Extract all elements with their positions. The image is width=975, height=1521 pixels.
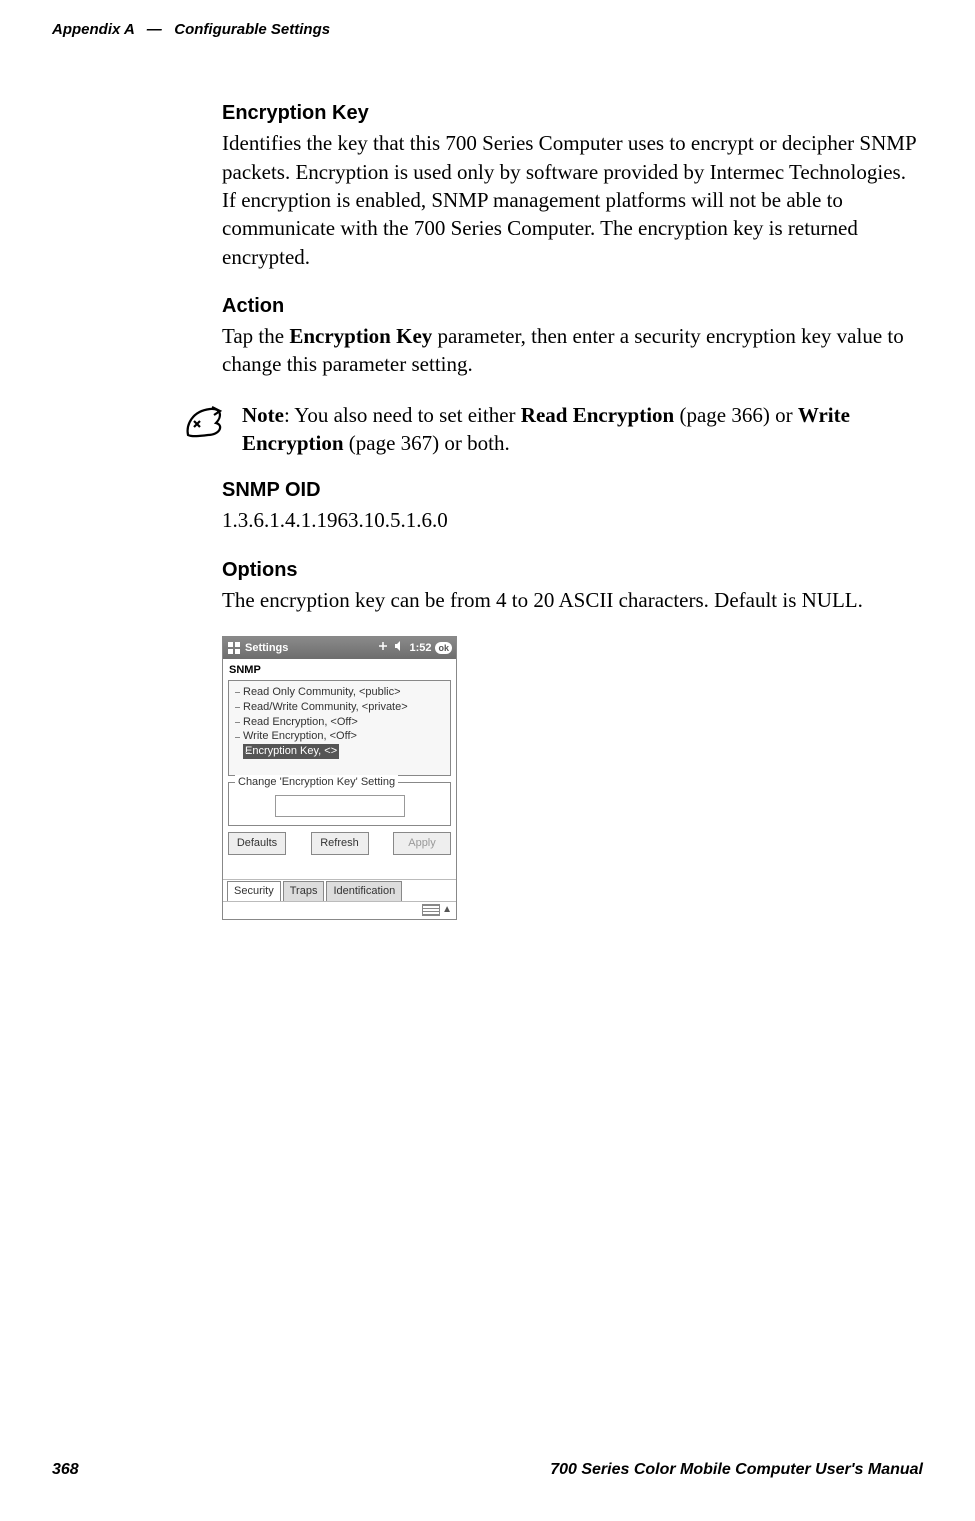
connectivity-icon[interactable]	[377, 640, 389, 657]
change-setting-fieldset: Change 'Encryption Key' Setting	[228, 782, 451, 826]
body-options: The encryption key can be from 4 to 20 A…	[222, 586, 918, 614]
refresh-button[interactable]: Refresh	[311, 832, 369, 855]
heading-encryption-key: Encryption Key	[222, 100, 918, 127]
note-text: Note: You also need to set either Read E…	[242, 401, 918, 458]
start-flag-icon[interactable]	[227, 641, 241, 655]
titlebar: Settings 1:52 ok	[223, 637, 456, 659]
defaults-button[interactable]: Defaults	[228, 832, 286, 855]
titlebar-time: 1:52	[409, 641, 431, 656]
tree-item-read-encryption[interactable]: Read Encryption, <Off>	[233, 715, 446, 730]
page-footer: 368 700 Series Color Mobile Computer Use…	[52, 1459, 923, 1481]
apply-button: Apply	[393, 832, 451, 855]
tree-item-write-encryption[interactable]: Write Encryption, <Off>	[233, 729, 446, 744]
appendix-label: Appendix A	[52, 21, 134, 38]
ok-button[interactable]: ok	[435, 642, 452, 654]
tab-security[interactable]: Security	[227, 881, 281, 901]
header-section: Configurable Settings	[174, 21, 330, 38]
sip-arrow-icon[interactable]: ▲	[442, 903, 452, 917]
body-action: Tap the Encryption Key parameter, then e…	[222, 322, 918, 379]
settings-tree[interactable]: Read Only Community, <public> Read/Write…	[228, 680, 451, 776]
note-block: Note: You also need to set either Read E…	[182, 401, 918, 458]
pocketpc-screenshot: Settings 1:52 ok SNMP Read Only Communit…	[222, 636, 457, 920]
titlebar-label: Settings	[245, 641, 288, 656]
tab-identification[interactable]: Identification	[326, 881, 402, 901]
tree-item-read-only-community[interactable]: Read Only Community, <public>	[233, 685, 446, 700]
page-number: 368	[52, 1459, 79, 1481]
note-icon	[182, 420, 226, 444]
fieldset-legend: Change 'Encryption Key' Setting	[235, 775, 398, 790]
running-header: Appendix A — Configurable Settings	[52, 20, 923, 40]
body-encryption-key: Identifies the key that this 700 Series …	[222, 129, 918, 271]
volume-icon[interactable]	[393, 640, 405, 657]
heading-action: Action	[222, 293, 918, 320]
tree-item-read-write-community[interactable]: Read/Write Community, <private>	[233, 700, 446, 715]
tree-item-encryption-key[interactable]: Encryption Key, <>	[243, 744, 339, 759]
manual-title: 700 Series Color Mobile Computer User's …	[550, 1459, 923, 1481]
app-title: SNMP	[223, 659, 456, 680]
header-separator: —	[147, 21, 162, 38]
heading-snmp-oid: SNMP OID	[222, 477, 918, 504]
keyboard-icon[interactable]	[422, 904, 440, 916]
tab-bar: Security Traps Identification	[223, 879, 456, 901]
sip-bar: ▲	[223, 901, 456, 919]
tab-traps[interactable]: Traps	[283, 881, 325, 901]
value-snmp-oid: 1.3.6.1.4.1.1963.10.5.1.6.0	[222, 506, 918, 534]
heading-options: Options	[222, 557, 918, 584]
encryption-key-input[interactable]	[275, 795, 405, 817]
